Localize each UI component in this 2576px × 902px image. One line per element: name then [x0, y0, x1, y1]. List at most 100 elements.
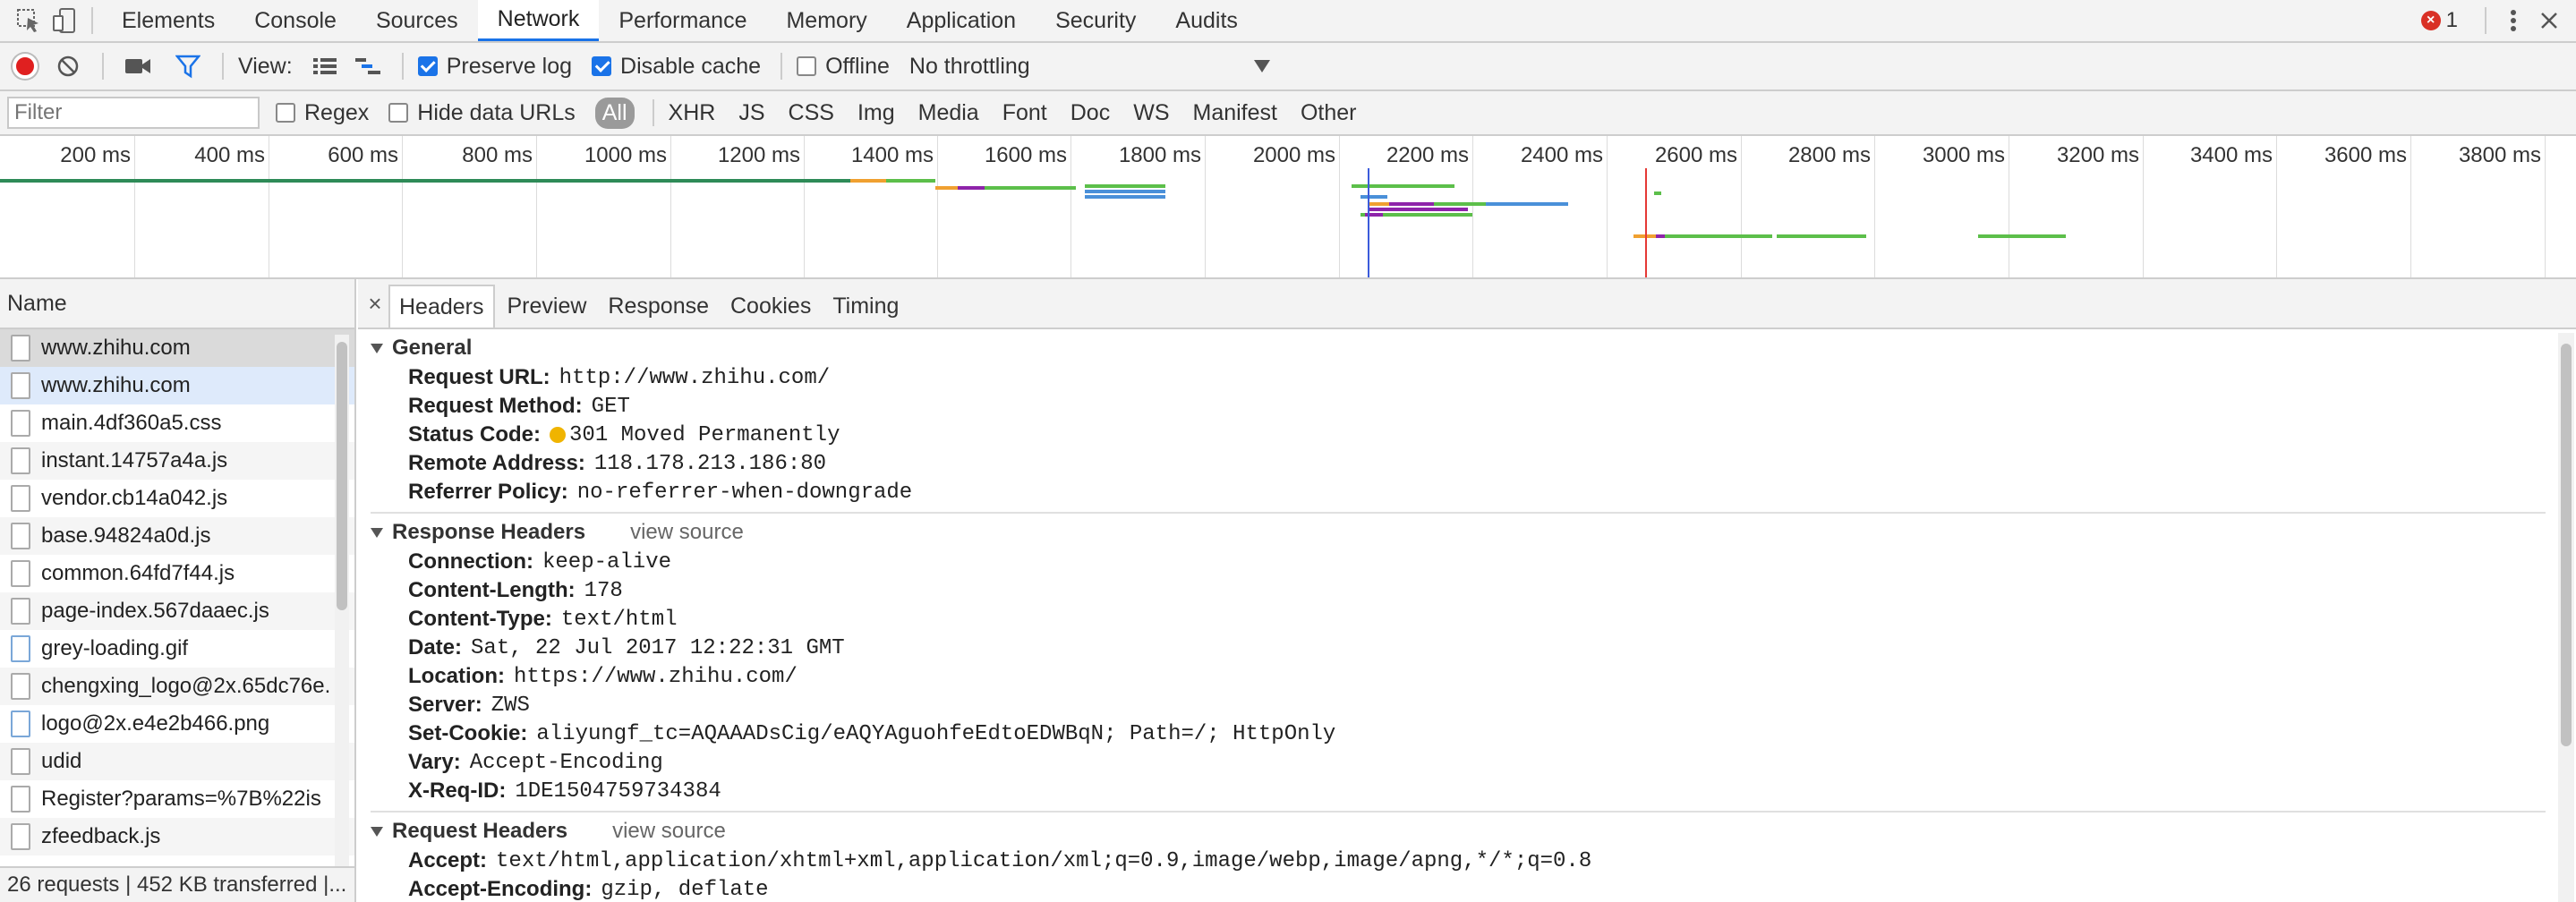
filter-type-font[interactable]: Font — [1002, 100, 1047, 126]
regex-checkbox[interactable]: Regex — [276, 100, 369, 126]
tab-security[interactable]: Security — [1036, 0, 1156, 41]
throttling-select[interactable]: No throttling — [909, 54, 1270, 80]
large-rows-icon[interactable] — [305, 47, 345, 86]
regex-check[interactable] — [276, 103, 295, 123]
tab-response[interactable]: Response — [599, 285, 718, 328]
request-name: logo@2x.e4e2b466.png — [41, 711, 270, 736]
filter-type-all[interactable]: All — [594, 97, 635, 129]
timeline-bar — [1654, 191, 1661, 195]
header-row: Content-Type: text/html — [371, 605, 2551, 634]
error-count-badge[interactable]: × 1 — [2420, 8, 2458, 33]
filter-type-other[interactable]: Other — [1301, 100, 1357, 126]
record-button[interactable] — [13, 54, 38, 79]
tab-sources[interactable]: Sources — [356, 0, 478, 41]
filter-type-ws[interactable]: WS — [1133, 100, 1169, 126]
request-row[interactable]: zfeedback.js — [0, 818, 354, 855]
more-options-icon[interactable] — [2495, 1, 2531, 40]
tab-elements[interactable]: Elements — [102, 0, 235, 41]
disable-cache-check[interactable] — [592, 56, 612, 76]
request-row[interactable]: Register?params=%7B%22is — [0, 780, 354, 818]
timeline-bar — [1777, 234, 1866, 238]
device-toolbar-icon[interactable] — [47, 1, 82, 40]
offline-check[interactable] — [797, 56, 817, 76]
status-dot-icon — [550, 427, 567, 443]
tab-application[interactable]: Application — [887, 0, 1036, 41]
header-value: http://www.zhihu.com/ — [559, 365, 831, 390]
request-headers-section-header[interactable]: Request Headers view source — [371, 816, 2551, 847]
waterfall-overview-icon[interactable] — [348, 47, 388, 86]
disable-cache-checkbox[interactable]: Disable cache — [592, 54, 761, 80]
document-icon — [11, 335, 30, 362]
filter-type-img[interactable]: Img — [857, 100, 895, 126]
network-toolbar: View: Preserve log Disable cache Offline… — [0, 43, 2576, 91]
request-row[interactable]: main.4df360a5.css — [0, 404, 354, 442]
header-row: Vary: Accept-Encoding — [371, 748, 2551, 777]
tab-timing[interactable]: Timing — [823, 285, 908, 328]
filter-type-manifest[interactable]: Manifest — [1193, 100, 1277, 126]
preserve-log-check[interactable] — [417, 56, 438, 76]
document-icon — [11, 523, 30, 549]
tab-memory[interactable]: Memory — [766, 0, 886, 41]
tabbar-divider — [91, 7, 93, 34]
hide-data-urls-checkbox[interactable]: Hide data URLs — [388, 99, 576, 126]
hide-data-urls-check[interactable] — [388, 103, 409, 123]
chevron-down-icon — [1253, 60, 1270, 72]
request-row[interactable]: grey-loading.gif — [0, 630, 354, 668]
timeline-bar — [0, 179, 850, 183]
filter-type-doc[interactable]: Doc — [1070, 100, 1110, 126]
request-row[interactable]: page-index.567daaec.js — [0, 592, 354, 630]
filter-type-xhr[interactable]: XHR — [669, 100, 716, 126]
view-source-link[interactable]: view source — [612, 819, 726, 844]
general-section-header[interactable]: General — [371, 333, 2551, 363]
filter-bar: Regex Hide data URLs All XHR JS CSS Img … — [0, 91, 2576, 136]
request-row[interactable]: www.zhihu.com — [0, 367, 354, 404]
timeline-overview[interactable]: 200 ms 400 ms 600 ms 800 ms 1000 ms 1200… — [0, 136, 2576, 279]
request-row[interactable]: vendor.cb14a042.js — [0, 480, 354, 517]
tab-cookies[interactable]: Cookies — [721, 285, 820, 328]
preserve-log-label: Preserve log — [446, 53, 573, 79]
request-row[interactable]: udid — [0, 743, 354, 780]
response-headers-section-header[interactable]: Response Headers view source — [371, 517, 2551, 548]
close-devtools-icon[interactable] — [2531, 1, 2567, 40]
hide-data-urls-label: Hide data URLs — [417, 99, 576, 125]
scrollbar-thumb[interactable] — [337, 342, 347, 610]
header-value: text/html — [560, 607, 678, 632]
offline-checkbox[interactable]: Offline — [797, 54, 890, 80]
request-row[interactable]: chengxing_logo@2x.65dc76e. — [0, 668, 354, 705]
filter-type-media[interactable]: Media — [918, 100, 979, 126]
inspect-element-icon[interactable] — [11, 1, 47, 40]
filter-input[interactable] — [7, 97, 260, 129]
tab-network[interactable]: Network — [477, 0, 600, 41]
filter-type-js[interactable]: JS — [738, 100, 764, 126]
request-name: chengxing_logo@2x.65dc76e. — [41, 674, 331, 698]
image-icon — [11, 711, 30, 737]
request-name: grey-loading.gif — [41, 636, 189, 660]
close-icon[interactable]: × — [362, 279, 388, 328]
clear-icon[interactable] — [48, 47, 88, 86]
timeline-gridline — [1607, 136, 1608, 277]
details-scrollbar[interactable] — [2558, 333, 2574, 902]
tab-audits[interactable]: Audits — [1156, 0, 1257, 41]
tab-headers[interactable]: Headers — [388, 285, 495, 328]
filter-icon[interactable] — [168, 47, 208, 86]
tab-preview[interactable]: Preview — [499, 285, 596, 328]
capture-screenshots-icon[interactable] — [118, 47, 158, 86]
tab-performance[interactable]: Performance — [599, 0, 766, 41]
request-row[interactable]: base.94824a0d.js — [0, 517, 354, 555]
request-row[interactable]: instant.14757a4a.js — [0, 442, 354, 480]
tab-console[interactable]: Console — [235, 0, 356, 41]
timeline-tick-label: 3000 ms — [1922, 143, 2005, 167]
scrollbar-thumb[interactable] — [2561, 344, 2572, 746]
view-source-link[interactable]: view source — [630, 520, 744, 545]
timeline-tick-label: 1400 ms — [850, 143, 934, 167]
request-row[interactable]: common.64fd7f44.js — [0, 555, 354, 592]
timeline-gridline — [670, 136, 671, 277]
header-name: Request Method: — [408, 394, 583, 418]
filter-type-css[interactable]: CSS — [789, 100, 834, 126]
request-row[interactable]: www.zhihu.com — [0, 329, 354, 367]
request-list-scrollbar[interactable] — [335, 335, 349, 889]
tabbar-divider-right — [2485, 7, 2486, 34]
preserve-log-checkbox[interactable]: Preserve log — [417, 53, 573, 80]
request-row[interactable]: logo@2x.e4e2b466.png — [0, 705, 354, 743]
name-column-header[interactable]: Name — [0, 279, 354, 329]
